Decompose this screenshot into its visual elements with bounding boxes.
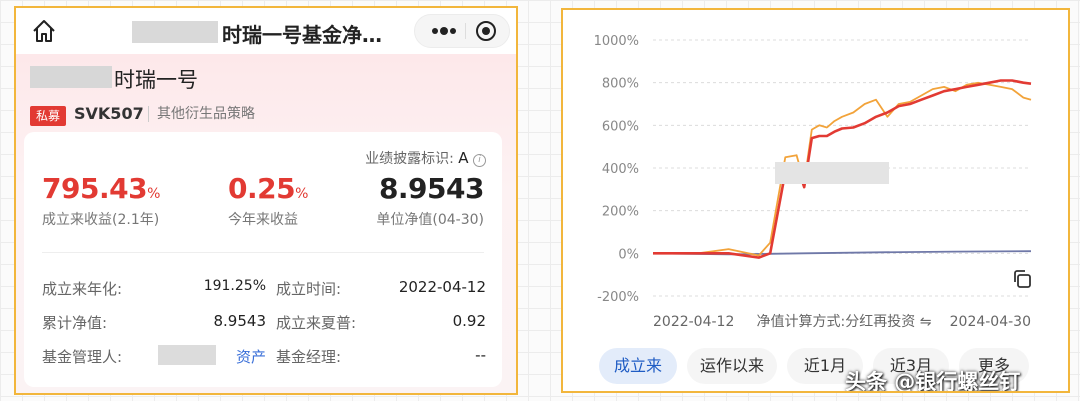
annualized-value: 191.25%: [203, 278, 266, 294]
target-icon[interactable]: [475, 20, 497, 42]
tab-since-operation[interactable]: 运作以来: [687, 348, 777, 384]
fund-strategy: 其他衍生品策略: [148, 106, 255, 122]
copy-icon[interactable]: [1011, 268, 1033, 290]
sharpe-label: 成立来夏普:: [276, 314, 357, 332]
total-return-value: 795.43: [42, 172, 148, 205]
info-icon[interactable]: i: [473, 154, 486, 167]
manager-redaction: [158, 345, 216, 365]
capsule-divider: [465, 23, 466, 39]
title-redaction: [132, 21, 218, 43]
x-label-end: 2024-04-30: [950, 314, 1031, 330]
name-redaction: [30, 66, 112, 88]
nav-stat: 8.9543 单位净值(04-30): [376, 172, 484, 229]
inception-label: 成立时间:: [276, 280, 342, 298]
ytd-return-unit: %: [295, 186, 308, 202]
inception-value: 2022-04-12: [398, 278, 486, 296]
fund-detail-panel: 时瑞一号基金净… 时瑞一号 私募 SVK507 其他衍生品策略 业绩披露标识: …: [14, 6, 518, 395]
watermark-text: 头条 @银行螺丝钉: [845, 370, 1021, 393]
nav-value: 8.9543: [378, 172, 485, 205]
fund-code: SVK507: [74, 104, 144, 123]
mini-program-capsule: [414, 14, 510, 48]
total-return-unit: %: [147, 186, 160, 202]
sharpe-value: 0.92: [452, 312, 486, 330]
fund-name: 时瑞一号: [114, 68, 198, 92]
home-icon[interactable]: [30, 17, 58, 45]
ytd-return-stat: 0.25% 今年来收益: [228, 172, 308, 229]
total-return-label: 成立来收益(2.1年): [42, 212, 160, 228]
acc-nav-label: 累计净值:: [42, 314, 108, 332]
y-tick-label: 1000%: [594, 34, 639, 49]
page-title: 时瑞一号基金净…: [222, 23, 382, 47]
y-tick-label: -200%: [597, 290, 639, 305]
nav-label: 单位净值(04-30): [376, 212, 484, 228]
watermark-redaction: [775, 162, 889, 184]
ytd-return-value: 0.25: [228, 172, 296, 205]
ytd-return-label: 今年来收益: [228, 212, 298, 228]
nav-chart-panel: 1000% 800% 600% 400% 200% 0% -200% 2022-04-12 20…: [561, 8, 1070, 393]
fund-manager-value: --: [475, 346, 486, 364]
y-tick-label: 800%: [602, 77, 639, 92]
total-return-stat: 795.43% 成立来收益(2.1年): [42, 172, 160, 229]
private-badge: 私募: [30, 106, 67, 126]
performance-card: 业绩披露标识: A i 795.43% 成立来收益(2.1年) 0.25% 今年…: [24, 132, 502, 387]
x-label-start: 2022-04-12: [653, 314, 734, 330]
card-divider: [42, 252, 484, 253]
y-tick-label: 600%: [602, 119, 639, 134]
top-bar: 时瑞一号基金净…: [16, 8, 516, 54]
disclosure-tag[interactable]: 业绩披露标识: A i: [365, 148, 486, 168]
tab-since-inception[interactable]: 成立来: [599, 348, 677, 384]
y-tick-label: 400%: [602, 162, 639, 177]
fund-manager-label: 基金经理:: [276, 348, 342, 366]
disclosure-value: A: [458, 149, 469, 167]
more-icon[interactable]: [429, 23, 459, 39]
fund-hero: 时瑞一号 私募 SVK507 其他衍生品策略 业绩披露标识: A i 795.4…: [16, 54, 516, 393]
manager-company-value[interactable]: 资产: [236, 346, 266, 367]
nav-method-label: 净值计算方式:分红再投资 ⇋: [757, 314, 932, 330]
y-tick-label: 200%: [602, 205, 639, 220]
manager-company-label: 基金管理人:: [42, 348, 123, 366]
y-tick-label: 0%: [618, 247, 639, 262]
disclosure-label: 业绩披露标识:: [365, 151, 454, 167]
acc-nav-value: 8.9543: [213, 312, 267, 330]
annualized-label: 成立来年化:: [42, 280, 123, 298]
